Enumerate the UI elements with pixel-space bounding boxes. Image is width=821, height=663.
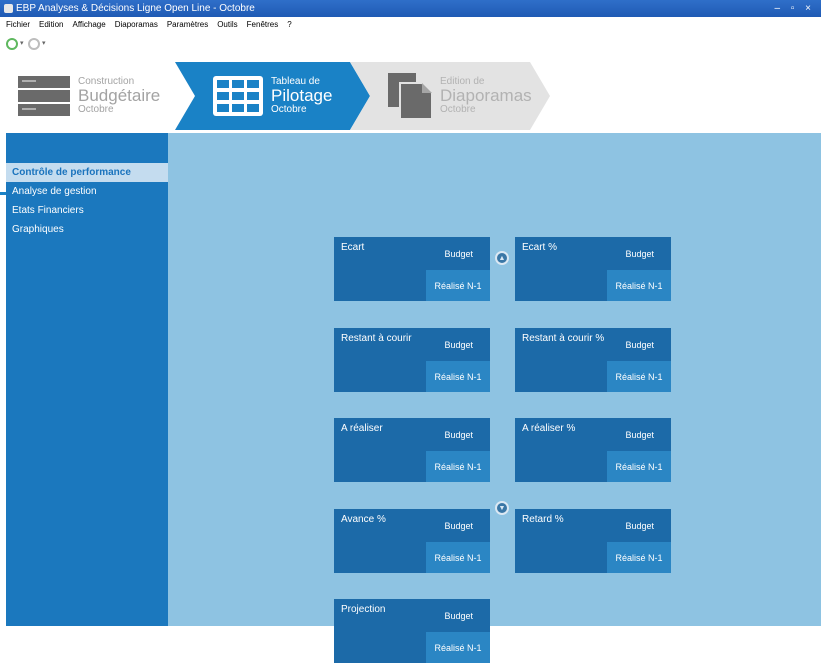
sidebar-item-controle-de-performance[interactable]: Contrôle de performance bbox=[6, 163, 168, 182]
card-budget-label[interactable]: Budget bbox=[625, 340, 654, 350]
card-budget-label[interactable]: Budget bbox=[625, 249, 654, 259]
scroll-down-icon[interactable]: ▼ bbox=[495, 501, 509, 515]
menu-parametres[interactable]: Paramètres bbox=[167, 20, 208, 29]
sidebar-item-graphiques[interactable]: Graphiques bbox=[6, 220, 168, 239]
step-tableau-de-pilotage[interactable]: Tableau de Pilotage Octobre bbox=[175, 62, 370, 130]
card-title: Projection bbox=[341, 604, 386, 615]
card-realise-button[interactable]: Réalisé N-1 bbox=[426, 451, 490, 482]
step-3-line3: Octobre bbox=[440, 103, 476, 115]
step-construction-budgetaire[interactable]: Construction Budgétaire Octobre bbox=[0, 62, 195, 130]
card-title: Retard % bbox=[522, 514, 564, 525]
card-budget-label[interactable]: Budget bbox=[444, 521, 473, 531]
card-budget-label[interactable]: Budget bbox=[625, 521, 654, 531]
card-a-realiser[interactable]: A réaliser Budget Réalisé N-1 bbox=[334, 418, 490, 482]
card-a-realiser-percent[interactable]: A réaliser % Budget Réalisé N-1 bbox=[515, 418, 671, 482]
card-realise-button[interactable]: Réalisé N-1 bbox=[426, 632, 490, 663]
window-controls[interactable]: – ▫ × bbox=[774, 3, 815, 14]
card-realise-button[interactable]: Réalisé N-1 bbox=[426, 270, 490, 301]
step-3-line2: Diaporamas bbox=[440, 86, 532, 106]
sidebar-item-analyse-de-gestion[interactable]: Analyse de gestion bbox=[6, 182, 168, 201]
step-2-line2: Pilotage bbox=[271, 86, 333, 106]
card-budget-label[interactable]: Budget bbox=[444, 249, 473, 259]
card-realise-button[interactable]: Réalisé N-1 bbox=[426, 542, 490, 573]
card-realise-button[interactable]: Réalisé N-1 bbox=[607, 542, 671, 573]
card-budget-label[interactable]: Budget bbox=[625, 430, 654, 440]
card-ecart-percent[interactable]: Ecart % Budget Réalisé N-1 bbox=[515, 237, 671, 301]
sidebar: Contrôle de performance Analyse de gesti… bbox=[6, 133, 168, 626]
back-dropdown-icon[interactable]: ▾ bbox=[20, 39, 24, 47]
budget-stack-icon bbox=[18, 76, 70, 116]
forward-dropdown-icon[interactable]: ▾ bbox=[42, 39, 46, 47]
menu-fichier[interactable]: Fichier bbox=[6, 20, 30, 29]
window-title: EBP Analyses & Décisions Ligne Open Line… bbox=[16, 3, 255, 14]
card-restant-a-courir[interactable]: Restant à courir Budget Réalisé N-1 bbox=[334, 328, 490, 392]
forward-icon[interactable] bbox=[28, 38, 40, 50]
menu-edition[interactable]: Edition bbox=[39, 20, 63, 29]
menu-bar: Fichier Edition Affichage Diaporamas Par… bbox=[0, 17, 821, 32]
card-budget-label[interactable]: Budget bbox=[444, 340, 473, 350]
title-bar: EBP Analyses & Décisions Ligne Open Line… bbox=[0, 0, 821, 17]
step-2-line3: Octobre bbox=[271, 103, 307, 115]
step-1-line3: Octobre bbox=[78, 103, 114, 115]
sidebar-item-etats-financiers[interactable]: Etats Financiers bbox=[6, 201, 168, 220]
card-title: Avance % bbox=[341, 514, 386, 525]
card-realise-button[interactable]: Réalisé N-1 bbox=[607, 361, 671, 392]
card-realise-button[interactable]: Réalisé N-1 bbox=[607, 270, 671, 301]
workflow-ribbon: Construction Budgétaire Octobre Tableau … bbox=[0, 62, 821, 195]
scroll-up-icon[interactable]: ▲ bbox=[495, 251, 509, 265]
menu-fenetres[interactable]: Fenêtres bbox=[247, 20, 279, 29]
card-realise-button[interactable]: Réalisé N-1 bbox=[426, 361, 490, 392]
card-title: A réaliser % bbox=[522, 423, 576, 434]
menu-diaporamas[interactable]: Diaporamas bbox=[115, 20, 158, 29]
step-edition-diaporamas[interactable]: Edition de Diaporamas Octobre bbox=[350, 62, 550, 130]
card-realise-button[interactable]: Réalisé N-1 bbox=[607, 451, 671, 482]
card-restant-a-courir-percent[interactable]: Restant à courir % Budget Réalisé N-1 bbox=[515, 328, 671, 392]
menu-help[interactable]: ? bbox=[287, 20, 291, 29]
card-title: Ecart bbox=[341, 242, 365, 253]
card-title: A réaliser bbox=[341, 423, 383, 434]
card-projection[interactable]: Projection Budget Réalisé N-1 bbox=[334, 599, 490, 663]
table-grid-icon bbox=[213, 76, 263, 116]
card-budget-label[interactable]: Budget bbox=[444, 430, 473, 440]
navigation-row: ▾ ▾ bbox=[0, 32, 821, 62]
back-icon[interactable] bbox=[6, 38, 18, 50]
menu-affichage[interactable]: Affichage bbox=[72, 20, 105, 29]
app-icon bbox=[4, 4, 13, 13]
menu-outils[interactable]: Outils bbox=[217, 20, 237, 29]
step-1-line2: Budgétaire bbox=[78, 86, 161, 106]
card-title: Restant à courir % bbox=[522, 333, 605, 344]
card-ecart[interactable]: Ecart Budget Réalisé N-1 bbox=[334, 237, 490, 301]
card-title: Restant à courir bbox=[341, 333, 412, 344]
card-retard-percent[interactable]: Retard % Budget Réalisé N-1 bbox=[515, 509, 671, 573]
card-avance-percent[interactable]: Avance % Budget Réalisé N-1 bbox=[334, 509, 490, 573]
card-budget-label[interactable]: Budget bbox=[444, 611, 473, 621]
card-title: Ecart % bbox=[522, 242, 558, 253]
slides-documents-icon bbox=[388, 73, 432, 119]
main-panel: Ecart Budget Réalisé N-1 Ecart % Budget … bbox=[168, 133, 821, 663]
